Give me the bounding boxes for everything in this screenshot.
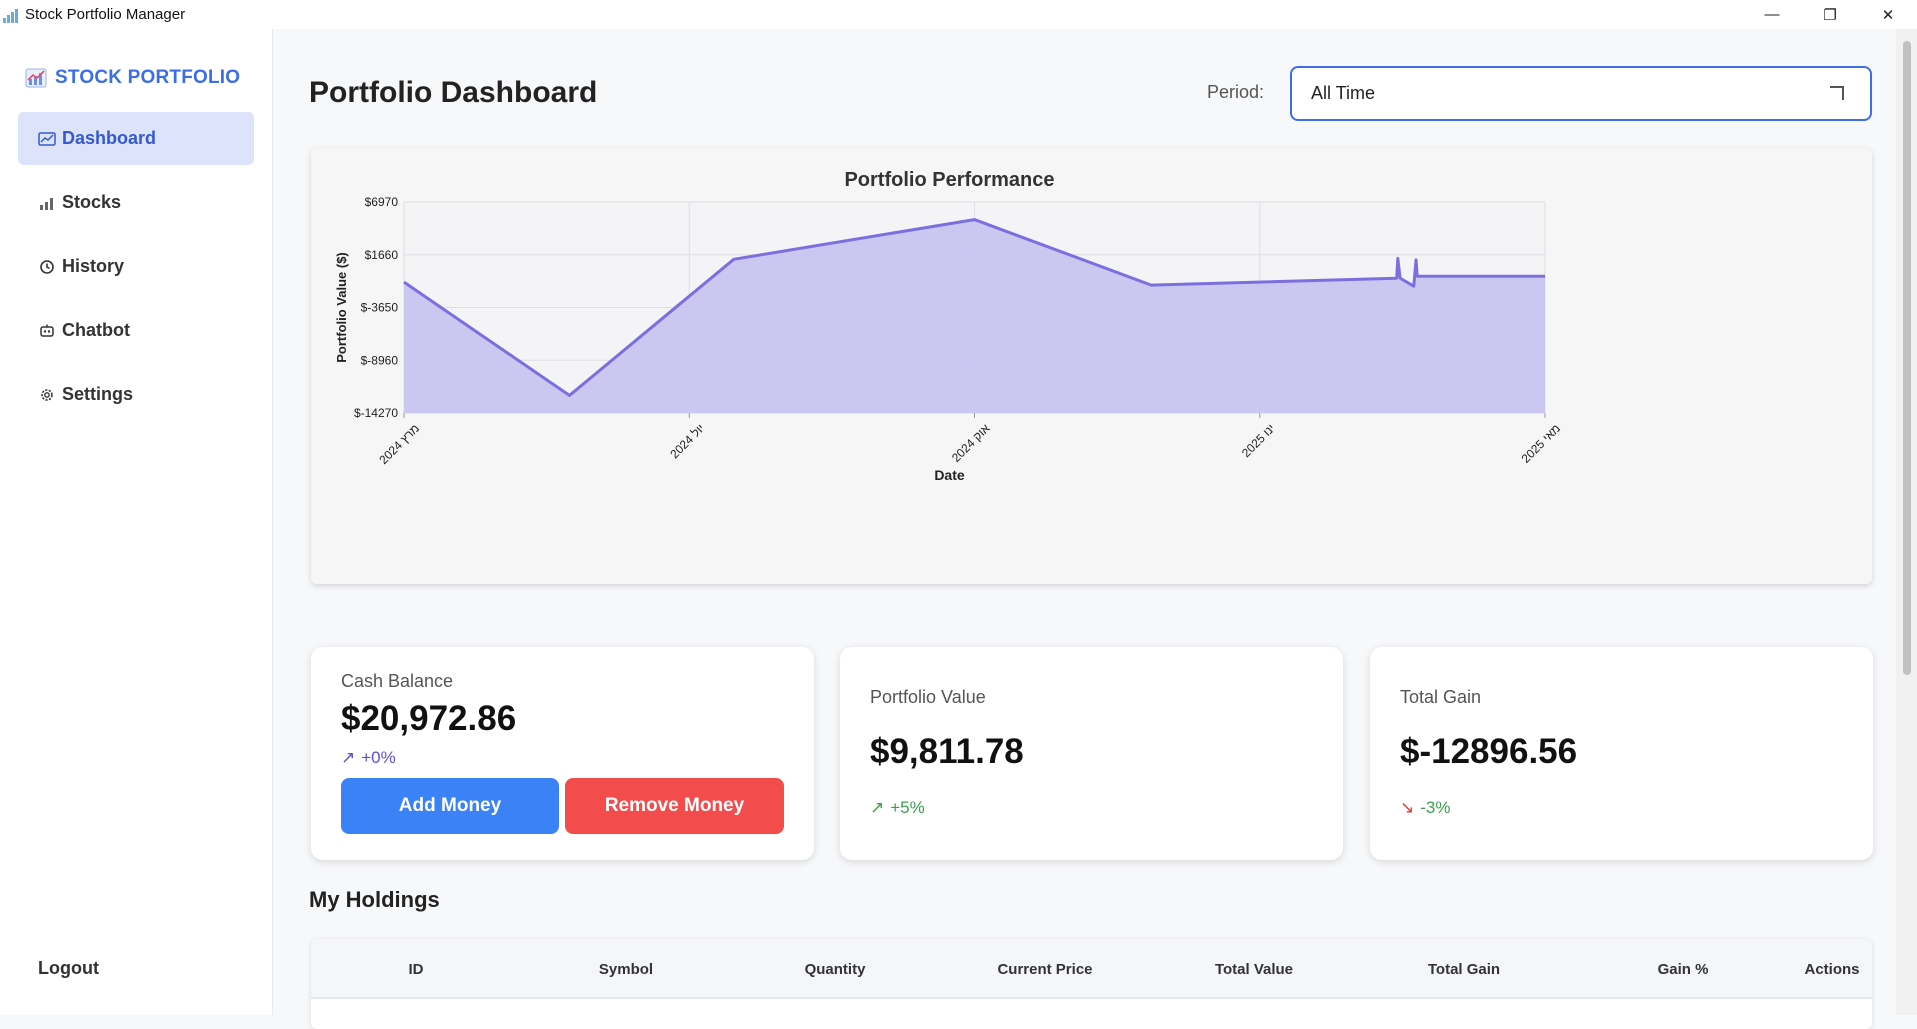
column-header-current-price[interactable]: Current Price: [965, 939, 1125, 999]
y-axis-label: Portfolio Value ($): [334, 252, 349, 363]
column-header-total-value[interactable]: Total Value: [1174, 939, 1334, 999]
period-select-value: All Time: [1311, 83, 1375, 104]
window-title: Stock Portfolio Manager: [25, 6, 185, 23]
window-titlebar: Stock Portfolio Manager — ❐ ✕: [0, 0, 1917, 29]
cash-balance-change-value: +0%: [361, 748, 396, 768]
history-icon: [38, 258, 56, 276]
cash-balance-value: $20,972.86: [341, 699, 516, 739]
trend-up-icon: ↗: [870, 798, 884, 818]
sidebar-nav: Dashboard Stocks History Chatbot Setting…: [18, 112, 254, 432]
holdings-table: ID Symbol Quantity Current Price Total V…: [311, 939, 1872, 1029]
sidebar-item-dashboard[interactable]: Dashboard: [18, 112, 254, 165]
column-header-total-gain[interactable]: Total Gain: [1384, 939, 1544, 999]
sidebar-item-settings[interactable]: Settings: [18, 368, 254, 421]
chart-title: Portfolio Performance: [844, 169, 1054, 191]
bar-chart-icon: [38, 194, 56, 212]
total-gain-label: Total Gain: [1400, 687, 1481, 708]
period-select[interactable]: All Time: [1290, 66, 1872, 121]
restore-button[interactable]: ❐: [1801, 0, 1859, 29]
x-tick-label: ינו 2025: [1239, 421, 1278, 460]
app-chart-icon: [3, 7, 19, 23]
total-gain-card: Total Gain $-12896.56 ↘ -3%: [1370, 647, 1873, 860]
portfolio-value-value: $9,811.78: [870, 732, 1024, 772]
brand-label: STOCK PORTFOLIO: [55, 67, 240, 89]
x-axis-label: Date: [934, 467, 965, 483]
sidebar-item-label: History: [62, 256, 124, 277]
cash-balance-change: ↗ +0%: [341, 748, 396, 768]
x-tick-label: אוק 2024: [949, 421, 993, 465]
sidebar-item-stocks[interactable]: Stocks: [18, 176, 254, 229]
portfolio-value-label: Portfolio Value: [870, 687, 986, 708]
trend-up-icon: ↗: [341, 748, 355, 768]
cash-balance-card: Cash Balance $20,972.86 ↗ +0% Add Money …: [311, 647, 814, 860]
close-button[interactable]: ✕: [1859, 0, 1917, 29]
y-tick-label: $6970: [365, 195, 399, 209]
column-header-id[interactable]: ID: [356, 939, 476, 999]
window-controls: — ❐ ✕: [1743, 0, 1917, 29]
y-tick-label: $1660: [365, 248, 399, 262]
remove-money-button[interactable]: Remove Money: [565, 778, 784, 834]
logout-button[interactable]: Logout: [38, 958, 99, 979]
brand: STOCK PORTFOLIO: [25, 67, 240, 89]
sidebar-item-label: Settings: [62, 384, 133, 405]
scrollbar-thumb[interactable]: [1903, 41, 1911, 675]
total-gain-value: $-12896.56: [1400, 732, 1577, 772]
add-money-button[interactable]: Add Money: [341, 778, 559, 834]
minimize-button[interactable]: —: [1743, 0, 1801, 29]
trend-down-icon: ↘: [1400, 798, 1414, 818]
y-tick-label: $-8960: [361, 353, 399, 367]
page-title: Portfolio Dashboard: [309, 76, 597, 110]
portfolio-value-card: Portfolio Value $9,811.78 ↗ +5%: [840, 647, 1343, 860]
dropdown-corner-icon: [1830, 86, 1844, 100]
column-header-quantity[interactable]: Quantity: [775, 939, 895, 999]
sidebar-item-label: Stocks: [62, 192, 121, 213]
brand-chart-icon: [25, 68, 47, 88]
main-content: Portfolio Dashboard Period: All Time $69…: [274, 29, 1896, 1015]
portfolio-chart-card: $6970 $1660 $-3650 $-8960 $-14270מרץ 2024 יול…: [311, 148, 1872, 584]
total-gain-change: ↘ -3%: [1400, 798, 1450, 818]
gear-icon: [38, 386, 56, 404]
x-tick-label: מרץ 2024: [376, 421, 422, 467]
portfolio-performance-chart: $6970 $1660 $-3650 $-8960 $-14270מרץ 2024 יול…: [311, 148, 1872, 584]
column-header-gain-percent[interactable]: Gain %: [1633, 939, 1733, 999]
portfolio-value-change: ↗ +5%: [870, 798, 925, 818]
sidebar: STOCK PORTFOLIO Dashboard Stocks History…: [0, 29, 273, 1015]
cash-balance-label: Cash Balance: [341, 671, 453, 692]
column-header-actions: Actions: [1792, 939, 1872, 999]
vertical-scrollbar[interactable]: [1896, 29, 1917, 1015]
x-tick-label: יול 2024: [667, 421, 707, 461]
y-tick-label: $-3650: [361, 301, 399, 315]
sidebar-item-label: Chatbot: [62, 320, 130, 341]
sidebar-item-chatbot[interactable]: Chatbot: [18, 304, 254, 357]
holdings-title: My Holdings: [309, 887, 440, 913]
portfolio-value-change-value: +5%: [890, 798, 925, 818]
total-gain-change-value: -3%: [1420, 798, 1450, 818]
sidebar-item-label: Dashboard: [62, 128, 156, 149]
y-tick-label: $-14270: [354, 406, 398, 420]
x-tick-label: מאי 2025: [1519, 421, 1564, 466]
sidebar-item-history[interactable]: History: [18, 240, 254, 293]
robot-icon: [38, 322, 56, 340]
holdings-table-header: ID Symbol Quantity Current Price Total V…: [311, 939, 1872, 999]
chart-line-icon: [38, 130, 56, 148]
column-header-symbol[interactable]: Symbol: [566, 939, 686, 999]
period-label: Period:: [1207, 82, 1264, 103]
